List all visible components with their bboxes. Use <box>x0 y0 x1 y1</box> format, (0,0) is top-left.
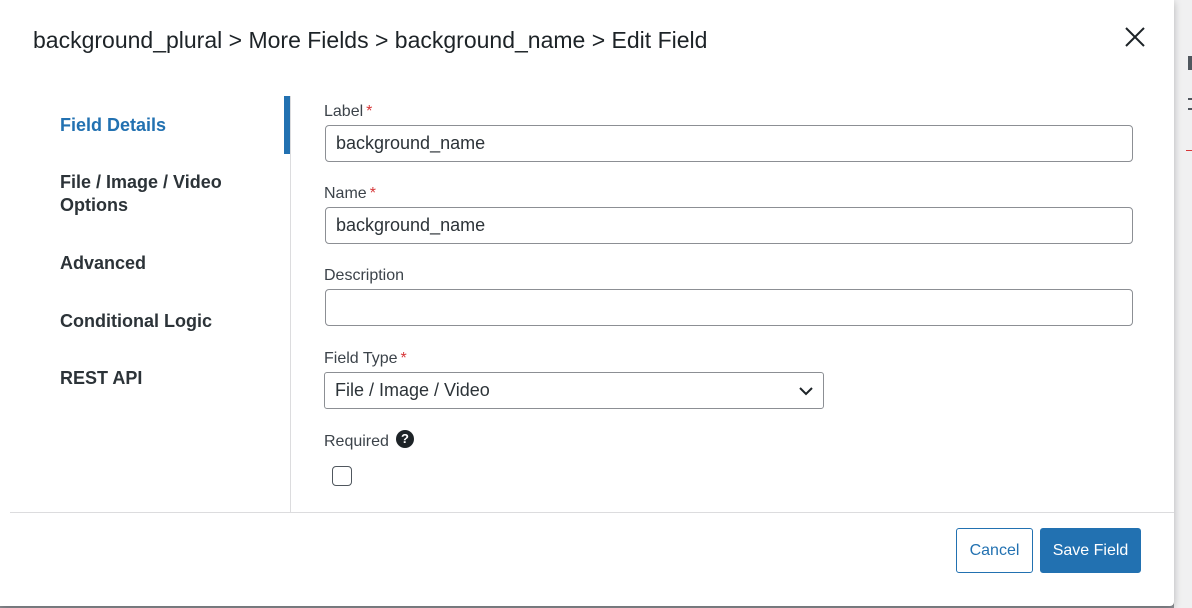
name-field-label-text: Name <box>324 185 367 202</box>
label-input[interactable] <box>325 125 1133 162</box>
tab-field-details[interactable]: Field Details <box>60 114 280 137</box>
nav-divider <box>290 96 291 512</box>
required-checkbox[interactable] <box>332 466 352 486</box>
label-field-label-text: Label <box>324 103 364 120</box>
background-menu-icon <box>1188 98 1192 110</box>
question-circle-icon[interactable]: ? <box>396 430 414 448</box>
required-mark: * <box>366 103 373 120</box>
save-field-button[interactable]: Save Field <box>1040 528 1141 573</box>
name-field-label: Name * <box>324 184 376 204</box>
close-icon <box>1125 27 1145 47</box>
close-button[interactable] <box>1118 20 1152 54</box>
label-field-label: Label * <box>324 102 372 122</box>
background-red-line <box>1186 150 1192 151</box>
background-page-edge <box>1174 0 1192 608</box>
breadcrumb: background_plural > More Fields > backgr… <box>33 27 708 53</box>
field-type-label-text: Field Type <box>324 350 398 367</box>
required-mark: * <box>400 350 407 367</box>
required-field-label: Required <box>324 432 389 452</box>
field-type-select[interactable]: File / Image / Video <box>324 372 824 409</box>
name-input[interactable] <box>325 207 1133 244</box>
required-mark: * <box>369 185 376 202</box>
edit-field-modal: background_plural > More Fields > backgr… <box>0 0 1174 606</box>
chevron-down-icon <box>799 387 813 396</box>
side-nav: Field Details File / Image / Video Optio… <box>0 96 291 512</box>
tab-advanced[interactable]: Advanced <box>60 252 280 275</box>
footer-divider <box>10 512 1174 513</box>
field-type-label: Field Type * <box>324 349 407 369</box>
description-input[interactable] <box>325 289 1133 326</box>
tab-file-image-video-options[interactable]: File / Image / Video Options <box>60 171 280 217</box>
tab-rest-api[interactable]: REST API <box>60 367 280 390</box>
description-field-label-text: Description <box>324 267 405 284</box>
background-scroll-marker <box>1188 56 1192 70</box>
required-field-label-text: Required <box>324 433 389 450</box>
field-type-selected-value: File / Image / Video <box>335 380 490 400</box>
description-field-label: Description <box>324 266 404 286</box>
cancel-button[interactable]: Cancel <box>956 528 1033 573</box>
tab-conditional-logic[interactable]: Conditional Logic <box>60 310 280 333</box>
